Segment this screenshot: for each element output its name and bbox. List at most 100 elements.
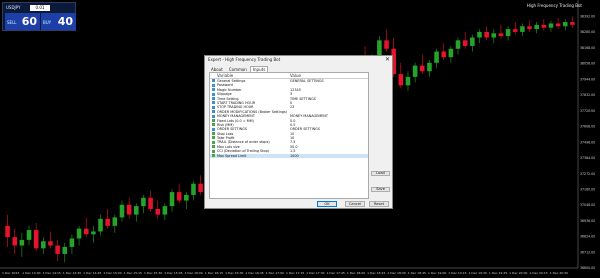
sell-button[interactable]: SELL 60 [5,13,40,30]
candle-body [470,37,475,46]
panel-symbol: USDJPY [6,5,21,10]
price-tick-label: 36600.00 [580,266,595,270]
candle-body [91,231,96,235]
candle-body [505,29,511,37]
candle-body [69,238,75,247]
time-tick-label: 1 Dec 19:30 [469,271,487,275]
numeric-param-icon [212,145,215,149]
reset-button[interactable]: Reset [369,201,389,207]
price-tick-label: 36936.00 [580,219,595,223]
candle-body [555,23,561,27]
time-tick-label: 1 Dec 19:00 [428,271,446,275]
numeric-param-icon [212,154,215,158]
price-tick-label: 37720.00 [580,109,595,113]
candle-body [448,48,454,58]
candle-body [26,230,32,240]
time-tick-label: 1 Dec 16:15 [205,271,223,275]
candle-body [427,62,432,72]
time-tick-label: 1 Dec 20:15 [529,271,547,275]
time-tick-label: 1 Dec 16:45 [245,271,263,275]
lot-size-input[interactable]: 0.01 [30,5,50,11]
param-icon [212,114,215,118]
price-tick-label: 38168.00 [580,46,595,50]
load-button[interactable]: Load [371,171,390,176]
price-tick-label: 38056.00 [580,62,595,66]
time-tick-label: 1 Dec 14:45 [83,271,101,275]
candle-body [12,237,18,246]
save-button[interactable]: Save [371,187,390,192]
time-tick-label: 1 Dec 20:30 [550,271,568,275]
table-row[interactable]: Max Spread Limit 1000 [210,153,368,159]
price-tick-label: 37048.00 [580,203,595,207]
time-tick-label: 1 Dec 18:15 [367,271,385,275]
time-tick-label: 1 Dec 14:30 [63,271,81,275]
expert-advisor-label: High Frequency Trading Bot [526,3,582,8]
candle-body [62,246,68,254]
buy-label: BUY [43,20,52,25]
numeric-param-icon [212,132,215,136]
price-tick-label: 37496.00 [580,140,595,144]
param-icon [212,92,215,96]
numeric-param-icon [212,136,215,140]
inputs-table: Variable Value General Settings GENERAL S… [209,72,369,199]
candle-body [477,31,482,38]
price-tick-label: 37160.00 [580,187,595,191]
time-tick-label: 1 Dec 20:00 [509,271,527,275]
time-tick-label: 1 Dec 18:30 [387,271,405,275]
candle-body [141,197,146,207]
candle-body [491,33,497,38]
time-tick-label: 1 Dec 17:00 [266,271,284,275]
numeric-param-icon [212,118,215,122]
time-tick-label: 1 Dec 17:30 [306,271,324,275]
candle-body [41,241,46,249]
candle-body [184,194,189,201]
candle-body [162,206,168,215]
time-tick-label: 1 Dec 15:15 [124,271,142,275]
expert-properties-dialog: Expert - High Frequency Trading Bot ✕ Ab… [204,55,393,209]
candle-body [512,29,518,32]
candle-body [405,76,411,86]
candle-body [520,26,525,32]
candle-body [112,217,118,226]
cancel-button[interactable]: Cancel [345,201,365,207]
param-icon [212,101,215,105]
candle-body [55,245,60,254]
numeric-param-icon [212,140,215,144]
candle-body [455,40,461,49]
candle-body [484,31,489,38]
candle-body [83,228,89,235]
candle-body [541,24,547,28]
candle-body [498,33,504,37]
candle-body [548,23,554,28]
ok-button[interactable]: OK [317,201,337,207]
candle-body [148,197,153,209]
time-tick-label: 1 Dec 2023 [2,271,19,275]
candle-body [119,204,125,218]
time-tick-label: 1 Dec 14:00 [22,271,40,275]
candle-body [198,183,203,193]
sell-price: 60 [21,15,37,28]
candle-body [155,208,161,215]
param-icon [212,88,215,92]
param-value[interactable]: 1000 [290,154,299,158]
candle-body [527,26,532,30]
candle-body [562,22,568,27]
candle-body [176,192,182,201]
candle-body [412,65,418,77]
candle-body [570,22,575,25]
candle-body [419,65,425,72]
numeric-param-icon [212,123,215,127]
time-tick-label: 1 Dec 19:15 [448,271,466,275]
time-tick-label: 1 Dec 16:30 [225,271,243,275]
buy-button[interactable]: BUY 40 [41,13,76,30]
one-click-trading-panel: USDJPY 0.01 SELL 60 BUY 40 [2,2,76,31]
close-icon[interactable]: ✕ [385,56,390,63]
candle-body [126,204,132,215]
price-tick-label: 36712.00 [580,250,595,254]
time-tick-label: 1 Dec 15:45 [164,271,182,275]
price-tick-label: 37832.00 [580,93,595,97]
numeric-param-icon [212,149,215,153]
price-tick-label: 38280.00 [580,30,595,34]
time-tick-label: 1 Dec 17:15 [286,271,304,275]
dialog-title: Expert - High Frequency Trading Bot [208,57,281,62]
